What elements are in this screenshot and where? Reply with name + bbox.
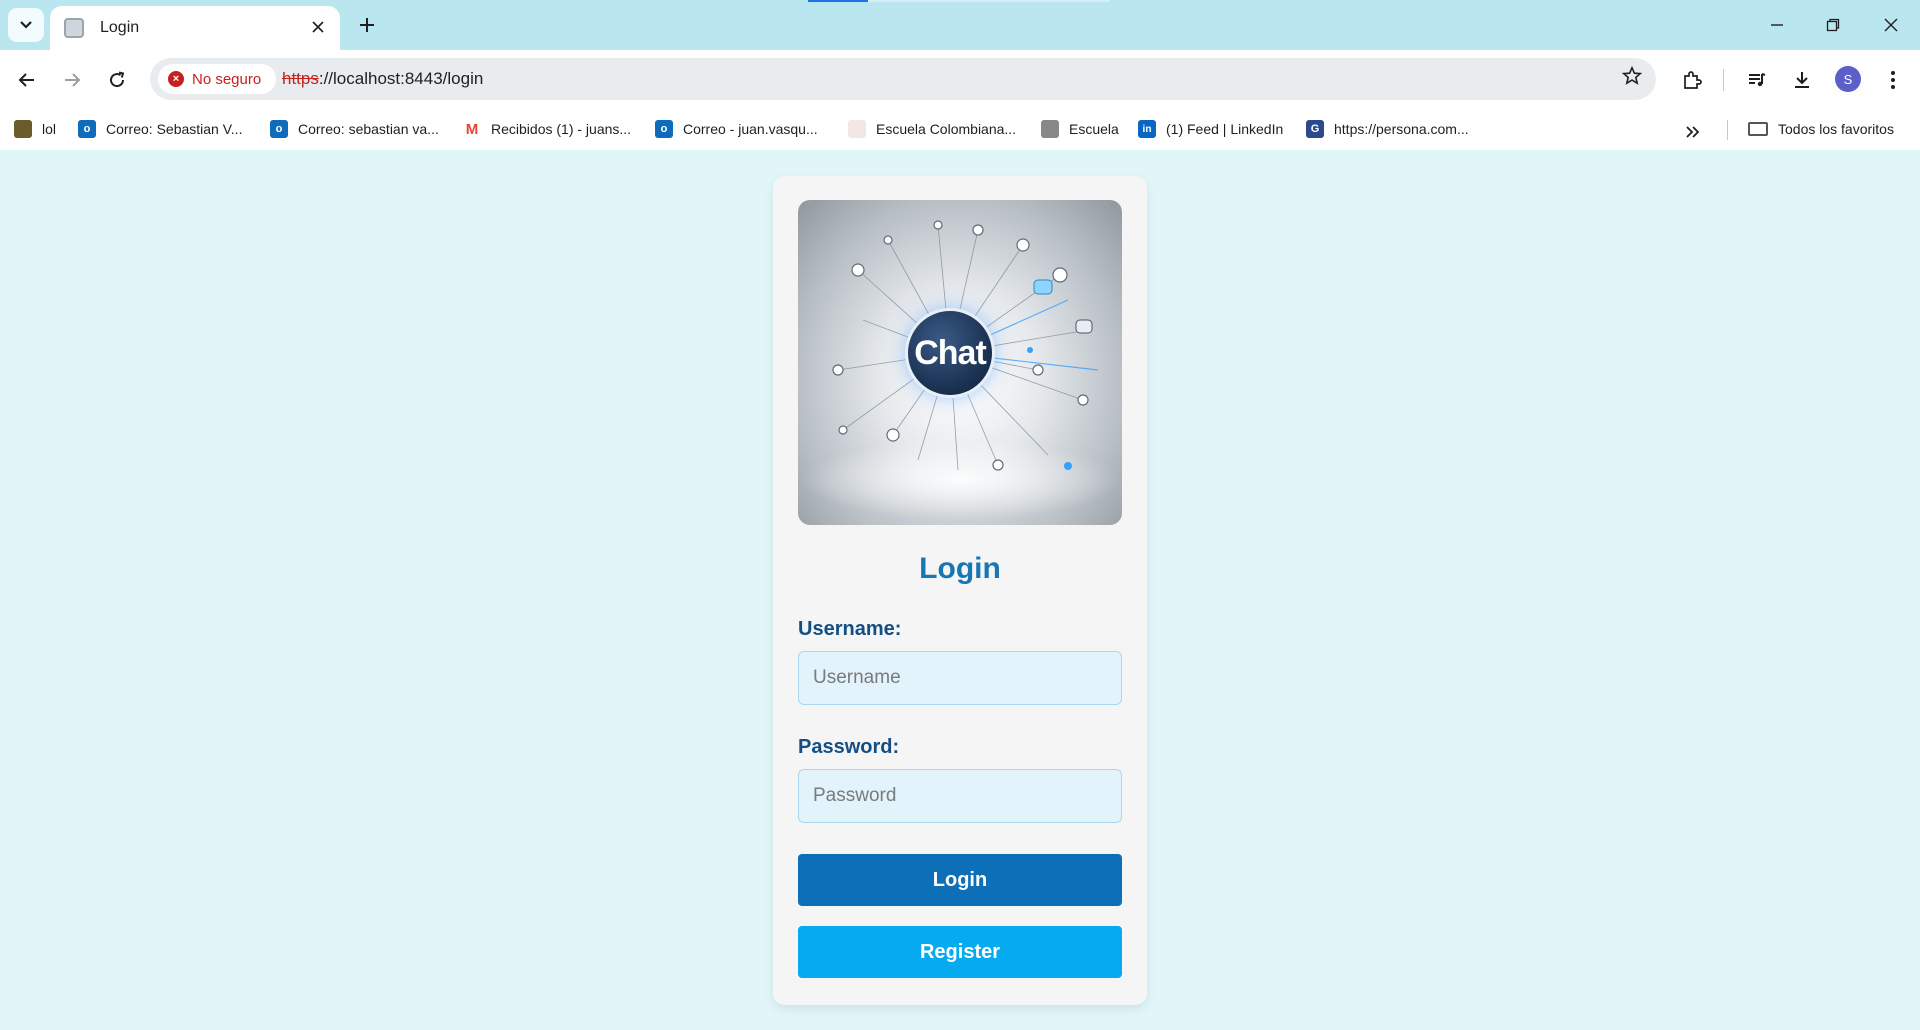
address-bar[interactable]: × No seguro https://localhost:8443/login [150, 58, 1656, 100]
username-input[interactable] [798, 651, 1122, 705]
folder-icon [1748, 122, 1768, 136]
close-window-icon [1884, 18, 1898, 32]
forward-button[interactable] [55, 63, 89, 97]
page-title: Login [919, 552, 1001, 585]
reload-button[interactable] [100, 63, 134, 97]
lol-icon [14, 120, 32, 138]
password-input[interactable] [798, 769, 1122, 823]
linkedin-icon: in [1138, 120, 1156, 138]
more-bookmarks-button[interactable] [1686, 122, 1700, 143]
bookmarks-divider [1727, 120, 1728, 140]
tab-favicon-icon [64, 18, 84, 38]
star-icon [1621, 65, 1643, 85]
tab-loading-indicator [808, 0, 868, 2]
new-tab-button[interactable] [352, 10, 382, 40]
url-rest: ://localhost:8443/login [318, 69, 484, 88]
downloads-button[interactable] [1785, 63, 1819, 97]
username-label: Username: [798, 618, 902, 640]
tab-loading-track [868, 0, 1110, 2]
bookmark-label: Correo: Sebastian V... [106, 121, 243, 137]
bookmark-item[interactable]: M Recibidos (1) - juans... [463, 116, 631, 142]
restore-button[interactable] [1808, 8, 1858, 42]
password-label: Password: [798, 736, 900, 758]
arrow-right-icon [65, 73, 81, 87]
all-bookmarks-label: Todos los favoritos [1778, 121, 1894, 137]
chat-badge: Chat [905, 308, 995, 398]
register-button[interactable]: Register [798, 926, 1122, 978]
bookmark-item[interactable]: Escuela [1041, 116, 1119, 142]
bookmark-item[interactable]: o Correo - juan.vasqu... [655, 116, 818, 142]
bookmark-label: Correo - juan.vasqu... [683, 121, 818, 137]
outlook-icon: o [270, 120, 288, 138]
not-secure-icon: × [168, 71, 184, 87]
bookmark-item[interactable]: o Correo: Sebastian V... [78, 116, 242, 142]
bookmark-label: Escuela Colombiana... [876, 121, 1017, 137]
restore-icon [1826, 18, 1840, 32]
more-vertical-icon [1891, 71, 1895, 89]
tab-strip: Login [0, 0, 1920, 50]
extensions-button[interactable] [1675, 63, 1709, 97]
chevron-down-icon [20, 21, 32, 29]
tab-search-button[interactable] [8, 8, 44, 42]
bookmarks-bar: lol o Correo: Sebastian V... o Correo: s… [0, 108, 1920, 150]
profile-avatar[interactable]: S [1835, 66, 1861, 92]
minimize-button[interactable] [1752, 8, 1802, 42]
chat-hero-image: Chat [798, 200, 1122, 525]
browser-menu-button[interactable] [1876, 63, 1910, 97]
all-bookmarks-button[interactable]: Todos los favoritos [1748, 116, 1894, 142]
bookmark-item[interactable]: lol [14, 116, 56, 142]
reload-icon [110, 71, 125, 88]
tab-title: Login [100, 19, 140, 36]
url-scheme: https [282, 69, 319, 88]
gmail-icon: M [463, 120, 481, 138]
outlook-icon: o [78, 120, 96, 138]
bookmark-label: Recibidos (1) - juans... [491, 121, 632, 137]
login-button[interactable]: Login [798, 854, 1122, 906]
security-label: No seguro [192, 70, 262, 88]
persona-icon: G [1306, 120, 1324, 138]
escuela-logo-icon [848, 120, 866, 138]
login-card: Chat Login Username: Password: Login Reg… [773, 176, 1147, 1005]
bookmark-label: Escuela [1069, 121, 1119, 137]
bookmark-item[interactable]: Escuela Colombiana... [848, 116, 1016, 142]
security-chip[interactable]: × No seguro [158, 64, 276, 94]
url-text[interactable]: https://localhost:8443/login [282, 69, 483, 89]
tab-login[interactable]: Login [50, 6, 340, 50]
tab-close-button[interactable] [306, 15, 330, 39]
arrow-left-icon [18, 73, 34, 87]
plus-icon [360, 18, 374, 32]
double-chevron-right-icon [1686, 126, 1700, 138]
media-controls-button[interactable] [1740, 63, 1774, 97]
bookmark-item[interactable]: G https://persona.com... [1306, 116, 1469, 142]
bookmark-item[interactable]: in (1) Feed | LinkedIn [1138, 116, 1283, 142]
close-icon [312, 21, 324, 33]
puzzle-icon [1684, 71, 1702, 89]
bookmark-label: https://persona.com... [1334, 121, 1469, 137]
escuela-icon [1041, 120, 1059, 138]
minimize-icon [1771, 24, 1783, 26]
toolbar-divider [1723, 69, 1724, 91]
bookmark-star-button[interactable] [1621, 65, 1643, 92]
bookmark-label: lol [42, 121, 57, 137]
close-window-button[interactable] [1866, 8, 1916, 42]
download-icon [1795, 72, 1809, 88]
outlook-icon: o [655, 120, 673, 138]
bookmark-label: Correo: sebastian va... [298, 121, 439, 137]
bookmark-label: (1) Feed | LinkedIn [1166, 121, 1284, 137]
bookmark-item[interactable]: o Correo: sebastian va... [270, 116, 439, 142]
browser-toolbar: × No seguro https://localhost:8443/login… [0, 50, 1920, 108]
back-button[interactable] [10, 63, 44, 97]
media-queue-icon [1749, 73, 1766, 87]
